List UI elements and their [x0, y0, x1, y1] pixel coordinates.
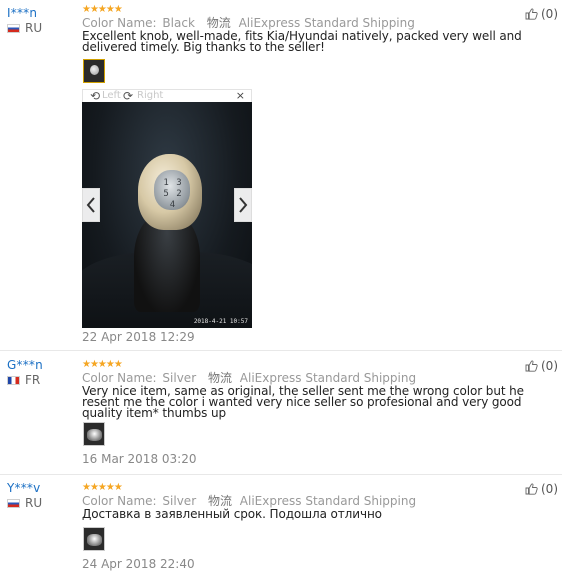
rotate-right-icon[interactable]: ⟳ [123, 89, 133, 103]
shipping-method: AliExpress Standard Shipping [238, 16, 415, 30]
photo-prev-button[interactable] [82, 188, 100, 222]
review-content: ★★★★★ Color Name: Silver 物流 AliExpress S… [82, 482, 562, 521]
review-item: Y***v RU (0) ★★★★★ Color Name: Silver 物流… [0, 475, 575, 577]
shipping-method: AliExpress Standard Shipping [239, 371, 417, 385]
photo-viewer-toolbar: ⟲ Left ⟳ Right × [82, 89, 252, 103]
gear-knob-thumbnail-icon [87, 429, 102, 441]
reviewer-name[interactable]: Y***v [7, 481, 42, 495]
reviewer-info: Y***v RU [7, 481, 42, 510]
review-text: Very nice item, same as original, the se… [82, 384, 524, 420]
color-label: Color Name: [82, 16, 157, 30]
country-code: FR [25, 373, 41, 387]
rating-stars: ★★★★★ [82, 4, 123, 15]
review-date: 16 Mar 2018 03:20 [82, 452, 197, 466]
reviewer-name[interactable]: G***n [7, 358, 43, 372]
rotate-left-icon[interactable]: ⟲ [90, 89, 100, 103]
color-label: Color Name: [82, 494, 157, 508]
review-content: ★★★★★ Color Name: Silver 物流 AliExpress S… [82, 359, 562, 420]
color-label: Color Name: [82, 371, 157, 385]
reviewer-country: RU [7, 21, 42, 35]
reviewer-country: FR [7, 373, 43, 387]
flag-ru-icon [7, 23, 20, 33]
shipping-icon: 物流 [207, 371, 232, 385]
review-photo-thumbnail[interactable] [83, 59, 105, 83]
gear-knob-thumbnail-icon [90, 65, 99, 75]
flag-ru-icon [7, 498, 20, 508]
rating-stars: ★★★★★ [82, 359, 123, 370]
country-code: RU [25, 21, 43, 35]
color-value: Silver [162, 494, 197, 508]
reviewer-info: I***n RU [7, 6, 42, 35]
rating-stars: ★★★★★ [82, 482, 123, 493]
shipping-method: AliExpress Standard Shipping [239, 494, 417, 508]
color-value: Black [162, 16, 195, 30]
review-item: I***n RU (0) ★★★★★ Color Name: Black 物流 … [0, 0, 575, 350]
rotate-left-label[interactable]: Left [102, 90, 121, 101]
shipping-icon: 物流 [206, 16, 231, 30]
reviewer-name[interactable]: I***n [7, 6, 42, 20]
review-content: ★★★★★ Color Name: Black 物流 AliExpress St… [82, 4, 562, 54]
review-photo-thumbnail[interactable] [83, 422, 105, 446]
photo-timestamp: 2018-4-21 10:57 [193, 318, 248, 325]
review-item: G***n FR (0) ★★★★★ Color Name: Silver 物流… [0, 352, 575, 474]
photo-knob-digits: 1 3 5 2 4 [163, 178, 183, 210]
color-value: Silver [162, 371, 197, 385]
review-divider [0, 350, 562, 351]
photo-next-button[interactable] [234, 188, 252, 222]
reviewer-country: RU [7, 496, 42, 510]
country-code: RU [25, 496, 43, 510]
flag-fr-icon [7, 375, 20, 385]
review-date: 24 Apr 2018 22:40 [82, 557, 195, 571]
rotate-right-label[interactable]: Right [137, 90, 163, 101]
chevron-right-icon [239, 197, 248, 213]
close-viewer-icon[interactable]: × [236, 89, 245, 102]
reviewer-info: G***n FR [7, 358, 43, 387]
shipping-icon: 物流 [207, 494, 232, 508]
gear-knob-thumbnail-icon [87, 534, 102, 546]
review-text: Доставка в заявленный срок. Подошла отли… [82, 507, 382, 521]
photo-viewer: ⟲ Left ⟳ Right × 1 3 5 2 4 2018-4-21 10:… [82, 89, 252, 328]
chevron-left-icon [86, 197, 95, 213]
review-date: 22 Apr 2018 12:29 [82, 330, 195, 344]
review-photo-large: 1 3 5 2 4 2018-4-21 10:57 [82, 102, 252, 328]
review-photo-thumbnail[interactable] [83, 527, 105, 551]
review-text: Excellent knob, well-made, fits Kia/Hyun… [82, 29, 522, 54]
